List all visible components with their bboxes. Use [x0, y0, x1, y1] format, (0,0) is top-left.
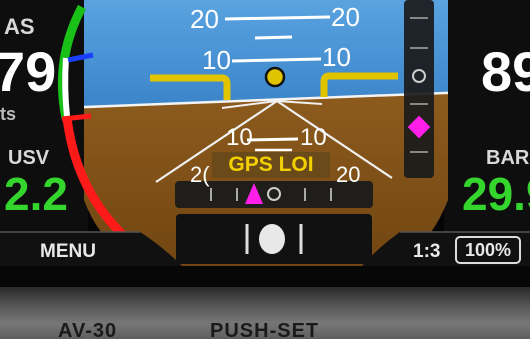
pitch-line-15 — [254, 35, 293, 40]
pitch-label-neg20-right: 20 — [336, 162, 361, 187]
av30-display: AS 79 ts 89 USV 2.2 BAR 29.9 20 20 10 10… — [0, 0, 530, 339]
right-field-value: 29.9 — [462, 168, 530, 220]
right-field-label: BAR — [486, 147, 530, 169]
pitch-label-20-left: 20 — [190, 4, 219, 34]
airspeed-bug-red — [61, 113, 92, 122]
airspeed-units: ts — [0, 104, 17, 124]
pitch-label-10-right: 10 — [322, 42, 351, 72]
aircraft-symbol-center — [264, 66, 286, 88]
gps-loi-annunciation: GPS LOI — [212, 152, 330, 178]
left-field-label: USV — [8, 147, 50, 169]
brightness-percent-soft-key[interactable]: 100% — [455, 236, 521, 264]
altitude-value: 89 — [481, 40, 530, 103]
pitch-label-10-left: 10 — [202, 45, 231, 75]
pitch-label-neg10-right: 10 — [300, 124, 327, 151]
brightness-percent-text: 100% — [464, 240, 512, 260]
knob-label: PUSH-SET — [210, 320, 320, 339]
airspeed-value: 79 — [0, 40, 57, 103]
pitch-label-20-right: 20 — [331, 2, 360, 32]
pitch-label-neg20-left: 2( — [190, 162, 210, 187]
pitch-line-neg10 — [246, 137, 299, 142]
pitch-line-20 — [224, 15, 331, 21]
menu-soft-key[interactable]: MENU — [40, 238, 96, 266]
gps-loi-text: GPS LOI — [228, 153, 314, 176]
slip-ball — [259, 224, 285, 254]
model-label: AV-30 — [58, 320, 118, 339]
pitch-label-neg10-left: 10 — [226, 124, 253, 151]
airspeed-label: AS — [4, 14, 35, 39]
left-field-value: 2.2 — [4, 168, 68, 220]
roll-arc-white — [62, 57, 70, 117]
pitch-line-10 — [231, 57, 322, 63]
zoom-ratio-soft-key[interactable]: 1:3 — [413, 238, 440, 266]
